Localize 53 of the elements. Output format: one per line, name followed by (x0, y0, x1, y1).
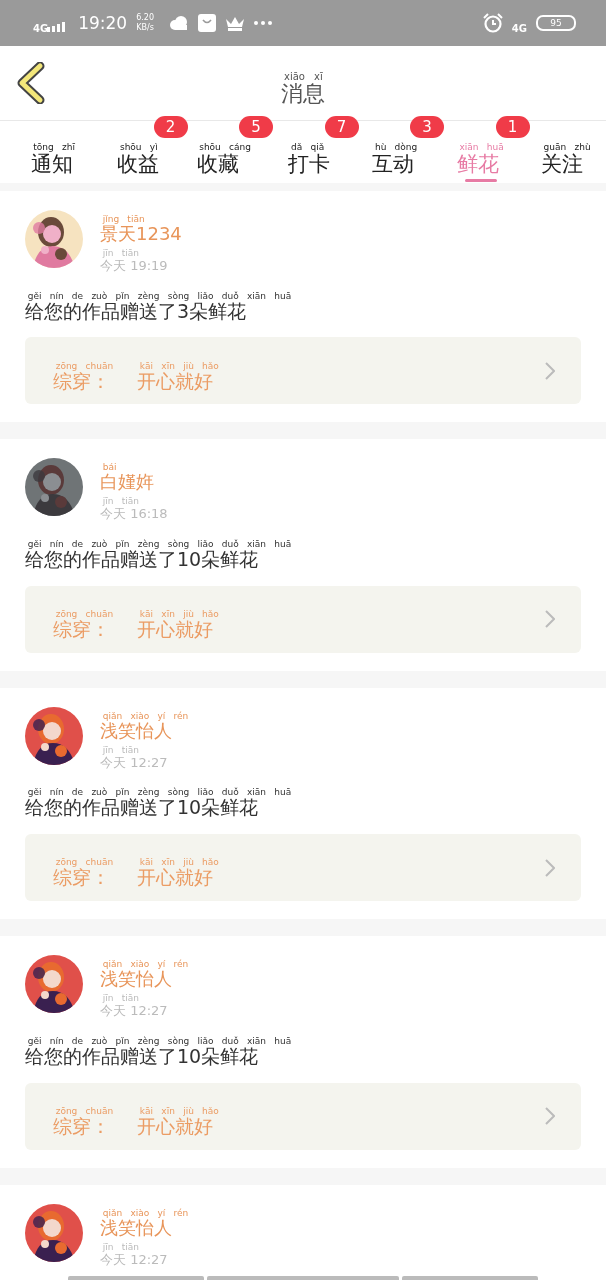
pinyin-annotation: qiǎn xiào yí rén (102, 959, 189, 971)
network-label: 4G (511, 22, 527, 34)
message-text: 给您的作品赠送了10朵鲜花 (25, 798, 259, 819)
timestamp: 今天 12:27 (100, 1004, 168, 1018)
message-text: 给您的作品赠送了10朵鲜花 (25, 1046, 259, 1067)
chevron-right-icon (545, 858, 555, 877)
pinyin-annotation: jīn tiān (102, 496, 139, 508)
network-speed: 6.20 KB/s (136, 13, 154, 33)
pinyin-annotation: gěi nín de zuò pǐn zèng sòng liǎo duǒ xiān huā (26, 539, 292, 550)
pinyin-annotation: jīn tiān (101, 1241, 139, 1253)
tab-underline (464, 179, 497, 182)
pinyin-annotation: bái (101, 462, 117, 473)
pinyin-annotation: xiāo xī (283, 71, 323, 83)
count-badge: 3 (410, 116, 444, 138)
user-name: 浅笑怡人 (100, 721, 172, 741)
clock: 19:20 (78, 13, 128, 33)
chevron-right-icon (545, 361, 555, 380)
chevron-right-icon (545, 1107, 555, 1126)
pinyin-annotation: qiǎn xiào yí rén (101, 710, 189, 722)
user-name: 浅笑怡人 (100, 970, 172, 990)
timestamp: 今天 19:19 (100, 258, 168, 273)
network-label: 4G (33, 22, 49, 34)
shopping-bag-icon (198, 14, 216, 32)
count-badge: 5 (239, 116, 273, 138)
user-name: 景天1234 (100, 225, 182, 244)
pinyin-annotation: jīn tiān (101, 247, 139, 259)
page-title: 消息 (281, 82, 325, 106)
user-name: 浅笑怡人 (100, 1218, 172, 1238)
chevron-right-icon (545, 610, 555, 629)
tab[interactable]: tōng zhī 通知 (30, 131, 75, 176)
user-name: 白嫤姩 (100, 473, 154, 493)
timestamp: 今天 12:27 (100, 1252, 168, 1267)
count-badge: 1 (495, 116, 530, 138)
more-icon (254, 21, 272, 25)
crown-icon (225, 15, 245, 31)
cloud-icon (169, 15, 189, 31)
pinyin-annotation: gěi nín de zuò pǐn zèng sòng liǎo duǒ xiān huā (26, 290, 292, 302)
pinyin-annotation: gěi nín de zuò pǐn zèng sòng liǎo duǒ xiān huā (26, 1035, 292, 1047)
timestamp: 今天 12:27 (100, 755, 168, 770)
pinyin-annotation: jīn tiān (102, 993, 139, 1005)
tab[interactable]: guān zhù 关注 (540, 131, 591, 176)
pinyin-annotation: jǐng tiān (101, 214, 145, 225)
pinyin-annotation: jīn tiān (101, 744, 139, 756)
message-text: 给您的作品赠送了3朵鲜花 (25, 301, 247, 322)
message-text: 给您的作品赠送了10朵鲜花 (25, 550, 259, 570)
alarm-icon (482, 13, 503, 33)
count-badge: 2 (153, 116, 188, 138)
back-icon[interactable] (16, 62, 46, 104)
battery-icon: 95 (536, 15, 576, 31)
pinyin-annotation: gěi nín de zuò pǐn zèng sòng liǎo duǒ xiān huā (26, 787, 292, 798)
pinyin-annotation: qiǎn xiào yí rén (102, 1207, 189, 1218)
count-badge: 7 (324, 116, 359, 138)
timestamp: 今天 16:18 (100, 507, 168, 521)
